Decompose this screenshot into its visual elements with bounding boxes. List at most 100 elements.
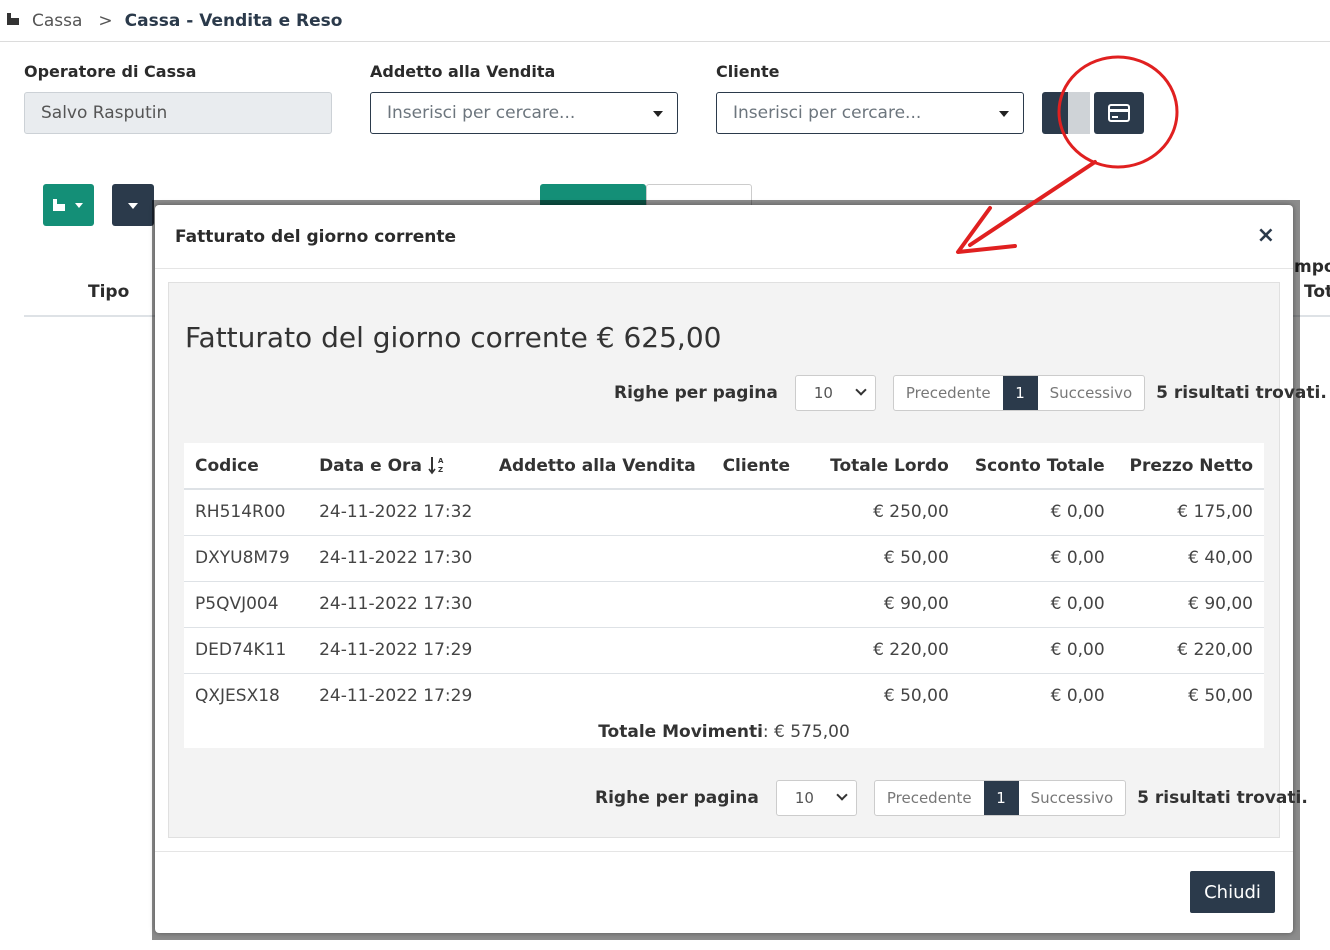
col-data-ora[interactable]: Data e Ora A Z [308,443,488,490]
page-1-button[interactable]: 1 [1002,376,1038,410]
transactions-table-card: Codice Data e Ora A Z Addetto alla Vendi… [184,443,1264,748]
cash-register-icon [53,199,83,211]
addetto-select[interactable]: Inserisci per cercare... [370,92,678,134]
table-cell [487,535,712,582]
col-sconto-totale[interactable]: Sconto Totale [959,443,1116,490]
table-row[interactable]: QXJESX18 24-11-2022 17:29 € 50,00 € 0,00 € 5… [184,673,1264,719]
rows-per-page-label: Righe per pagina [595,788,759,808]
transactions-table: Codice Data e Ora A Z Addetto alla Vendi… [184,443,1264,719]
table-cell [487,581,712,628]
column-totale-header: Tot [1304,282,1330,302]
table-row[interactable]: DXYU8M79 24-11-2022 17:30 € 50,00 € 0,00 € 4… [184,535,1264,582]
col-cliente[interactable]: Cliente [711,443,806,490]
table-cell: 24-11-2022 17:29 [308,627,488,674]
chiudi-button[interactable]: Chiudi [1190,871,1275,913]
next-page-button[interactable]: Successivo [1038,376,1145,410]
cash-register-icon [7,12,19,25]
modal-footer-divider [155,851,1293,852]
cliente-placeholder: Inserisci per cercare... [733,103,922,123]
table-cell [711,489,806,536]
table-cell: DED74K11 [184,627,309,674]
table-cell: QXJESX18 [195,686,280,707]
table-cell: € 50,00 [1188,686,1253,707]
prev-page-button[interactable]: Precedente [894,376,1003,410]
totale-movimenti-value: : € 575,00 [762,722,850,742]
table-cell: € 250,00 [805,489,960,536]
table-cell: € 175,00 [1115,489,1264,536]
table-cell: € 40,00 [1115,535,1264,582]
breadcrumb-separator: > [98,10,113,31]
plus-icon [1068,92,1090,134]
pager-bottom: Righe per pagina 10 Precedente 1 Success… [595,780,1308,816]
cliente-select[interactable]: Inserisci per cercare... [716,92,1024,134]
table-cell: € 220,00 [805,627,960,674]
table-cell: DXYU8M79 [184,535,309,582]
operatore-label: Operatore di Cassa [24,62,197,81]
next-page-button[interactable]: Successivo [1019,781,1126,815]
table-row[interactable]: P5QVJ004 24-11-2022 17:30 € 90,00 € 0,00 € 9… [184,581,1264,628]
credit-card-icon [1108,104,1130,122]
table-cell [711,581,806,628]
daily-revenue-button[interactable] [1094,92,1144,134]
totale-movimenti-label: Totale Movimenti [598,722,763,742]
svg-text:A: A [438,457,444,465]
close-icon[interactable]: × [1257,223,1275,248]
cash-register-dropdown-button[interactable] [43,184,94,226]
rows-per-page-select[interactable]: 10 [775,780,857,816]
operatore-field: Salvo Rasputin [24,92,332,134]
rows-per-page-select[interactable]: 10 [794,375,876,411]
table-cell: 24-11-2022 17:32 [308,489,488,536]
table-cell [712,673,806,719]
prev-page-button[interactable]: Precedente [875,781,984,815]
revenue-total-title: Fatturato del giorno corrente € 625,00 [185,321,722,354]
caret-down-icon [999,111,1009,117]
table-cell: P5QVJ004 [184,581,309,628]
svg-text:Z: Z [438,466,443,474]
addetto-label: Addetto alla Vendita [370,62,556,81]
chevron-down-icon [836,789,848,801]
column-tipo-header: Tipo [88,282,130,302]
pagination: Precedente 1 Successivo [892,375,1146,411]
table-cell: RH514R00 [184,489,309,536]
results-count: 5 risultati trovati. [1137,788,1308,808]
page-1-button[interactable]: 1 [983,781,1019,815]
table-cell: € 90,00 [1115,581,1264,628]
rows-per-page-label: Righe per pagina [614,383,778,403]
table-cell [711,627,806,674]
table-cell: 24-11-2022 17:30 [308,535,488,582]
table-cell [487,489,712,536]
table-header-row: Codice Data e Ora A Z Addetto alla Vendi… [184,443,1264,490]
table-cell [488,673,712,719]
col-totale-lordo[interactable]: Totale Lordo [805,443,960,490]
table-row[interactable]: DED74K11 24-11-2022 17:29 € 220,00 € 0,00 € … [184,627,1264,674]
col-addetto[interactable]: Addetto alla Vendita [487,443,712,490]
table-cell: € 0,00 [959,535,1116,582]
col-prezzo-netto[interactable]: Prezzo Netto [1115,443,1264,490]
col-data-ora-label: Data e Ora [319,456,422,476]
modal-header: Fatturato del giorno corrente × [155,205,1293,269]
table-cell [711,535,806,582]
table-cell: € 90,00 [805,581,960,628]
caret-down-icon [128,203,138,209]
page: Cassa > Cassa - Vendita e Reso Operatore… [0,0,1330,950]
chevron-down-icon [855,384,867,396]
daily-revenue-modal: Fatturato del giorno corrente × Fatturat… [155,205,1327,933]
rows-per-page-value: 10 [813,384,833,402]
breadcrumb-current: Cassa - Vendita e Reso [124,10,343,31]
breadcrumb-cassa-link[interactable]: Cassa [32,11,82,31]
table-cell: € 50,00 [883,686,949,707]
modal-body: Fatturato del giorno corrente € 625,00 R… [168,282,1327,838]
table-cell: € 0,00 [959,489,1116,536]
table-cell: 24-11-2022 17:29 [319,686,473,707]
totale-movimenti: Totale Movimenti: € 575,00 [184,722,1264,742]
pager-top: Righe per pagina 10 Precedente 1 Success… [614,375,1327,411]
dropdown-toggle-button[interactable] [112,184,154,226]
table-cell: € 50,00 [805,535,960,582]
cliente-label: Cliente [716,62,780,81]
table-row[interactable]: RH514R00 24-11-2022 17:32 € 250,00 € 0,00 € … [184,489,1264,536]
add-client-button[interactable] [1042,92,1090,134]
table-cell: € 0,00 [959,581,1116,628]
table-cell [487,627,712,674]
col-codice[interactable]: Codice [184,443,309,490]
sort-az-icon: A Z [428,457,444,475]
